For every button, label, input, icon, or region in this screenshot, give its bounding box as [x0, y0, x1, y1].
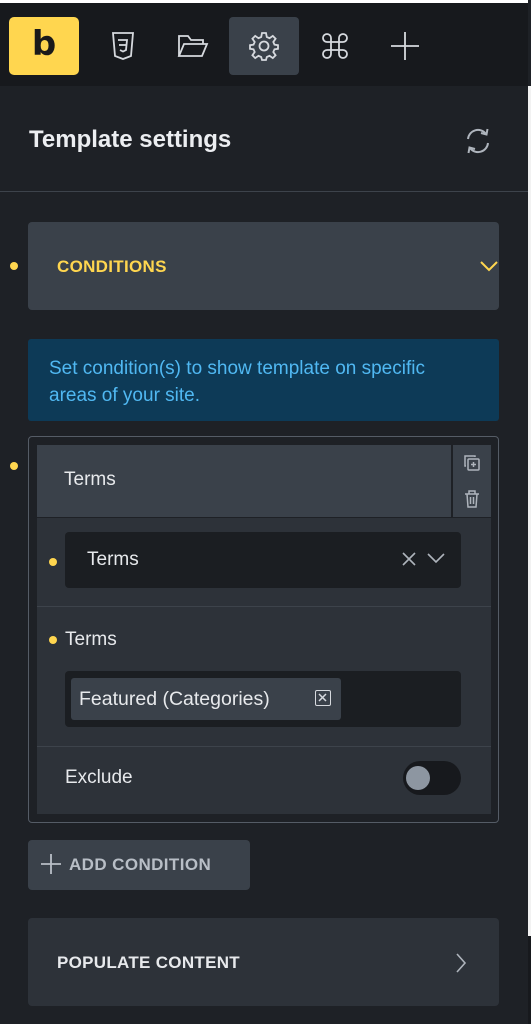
modified-indicator-dot	[10, 462, 18, 470]
condition-actions	[453, 445, 491, 517]
exclude-toggle[interactable]	[403, 761, 461, 795]
plus-icon	[391, 32, 419, 60]
settings-button[interactable]	[229, 17, 299, 75]
populate-content-accordion[interactable]: POPULATE CONTENT	[28, 918, 499, 1006]
add-condition-button[interactable]: ADD CONDITION	[28, 840, 250, 890]
condition-type-row: Terms	[37, 518, 491, 607]
clear-icon[interactable]	[401, 551, 417, 567]
top-toolbar: b	[0, 0, 528, 86]
selected-term-tag: Featured (Categories)	[71, 678, 341, 720]
folder-icon	[177, 35, 209, 57]
condition-type-select[interactable]: Terms	[65, 532, 461, 588]
builder-logo-button[interactable]: b	[9, 17, 79, 75]
chevron-right-icon	[456, 953, 467, 973]
condition-header[interactable]: Terms	[37, 445, 451, 517]
css-button[interactable]	[88, 17, 158, 75]
add-condition-label: ADD CONDITION	[69, 855, 212, 874]
chevron-down-icon	[480, 261, 498, 272]
logo-text: b	[31, 24, 57, 64]
duplicate-icon	[464, 454, 480, 471]
gear-icon	[249, 32, 279, 61]
templates-button[interactable]	[158, 17, 228, 75]
trash-icon	[465, 489, 479, 508]
modified-indicator-dot	[49, 636, 57, 644]
chevron-down-icon	[427, 553, 445, 564]
condition-type-value: Terms	[87, 549, 139, 570]
panel-title: Template settings	[29, 126, 232, 153]
remove-tag-icon[interactable]	[315, 690, 331, 706]
plus-icon	[41, 854, 61, 874]
add-button[interactable]	[370, 17, 440, 75]
modified-indicator-dot	[10, 262, 18, 270]
exclude-row: Exclude	[37, 747, 491, 814]
command-icon	[322, 33, 348, 59]
terms-row: Terms Featured (Categories)	[37, 607, 491, 747]
conditions-label: CONDITIONS	[57, 257, 167, 276]
command-button[interactable]	[300, 17, 370, 75]
selected-term-text: Featured (Categories)	[79, 688, 270, 710]
panel-header: Template settings	[0, 86, 528, 192]
toggle-knob	[406, 766, 430, 790]
css3-icon	[112, 32, 134, 60]
delete-condition-button[interactable]	[453, 481, 491, 516]
condition-body: Terms Terms Featured (Categories) Exclud…	[37, 518, 491, 814]
terms-select[interactable]: Featured (Categories)	[65, 671, 461, 727]
exclude-label: Exclude	[65, 767, 133, 788]
settings-panel: Template settings CONDITIONS Set conditi…	[0, 86, 528, 1024]
duplicate-condition-button[interactable]	[453, 445, 491, 480]
condition-group: Terms Terms Terms Featured (Categories) …	[28, 436, 499, 823]
populate-content-label: POPULATE CONTENT	[57, 953, 240, 972]
terms-label: Terms	[65, 629, 117, 650]
refresh-icon[interactable]	[463, 126, 493, 156]
modified-indicator-dot	[49, 558, 57, 566]
conditions-accordion[interactable]: CONDITIONS	[28, 222, 499, 310]
info-text: Set condition(s) to show template on spe…	[49, 358, 425, 406]
condition-header-label: Terms	[64, 469, 116, 490]
conditions-info-box: Set condition(s) to show template on spe…	[28, 339, 499, 421]
